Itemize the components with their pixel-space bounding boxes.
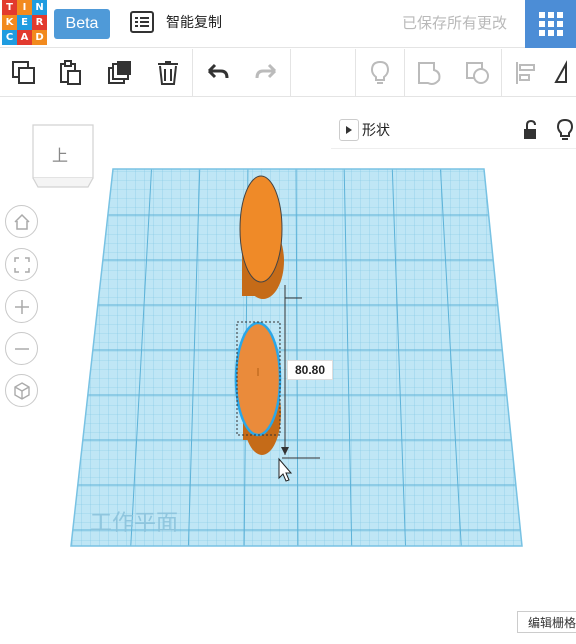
paste-icon (60, 60, 81, 85)
design-title[interactable]: 智能复制 (166, 12, 222, 32)
unlock-icon (524, 119, 536, 139)
group-button[interactable] (414, 57, 446, 89)
ungroup-icon (466, 62, 489, 84)
grid-icon (538, 12, 563, 36)
logo-letter: A (17, 30, 32, 45)
logo-letter: I (17, 0, 32, 15)
toolbar-separator (404, 49, 405, 97)
ungroup-button[interactable] (462, 57, 494, 89)
undo-button[interactable] (202, 57, 234, 89)
mirror-icon (554, 60, 567, 83)
visibility-button[interactable] (555, 118, 575, 142)
apps-grid-button[interactable] (525, 0, 576, 48)
toolbar (0, 49, 576, 97)
logo-letter: E (17, 15, 32, 30)
app-root: TINKERCAD Beta 智能复制 已保存所有更改 工作平面 上 80.80… (0, 0, 576, 644)
align-button[interactable] (510, 57, 542, 89)
workplane-canvas[interactable]: 工作平面 上 80.80 (0, 98, 576, 644)
cylinder-shape-top[interactable] (239, 175, 284, 299)
logo-letter: D (32, 30, 47, 45)
logo-letter: T (2, 0, 17, 15)
lightbulb-icon (556, 118, 574, 140)
trash-icon (158, 61, 178, 85)
workplane-label: 工作平面 (90, 511, 178, 536)
redo-icon (255, 63, 277, 79)
beta-badge[interactable]: Beta (54, 9, 110, 39)
edit-grid-button[interactable]: 编辑栅格 (517, 611, 576, 633)
copy-button[interactable] (8, 57, 40, 89)
copy-icon (12, 61, 35, 84)
mirror-button[interactable] (552, 57, 576, 89)
home-view-button[interactable] (5, 205, 38, 238)
shape-panel: 形状 (331, 113, 576, 149)
toolbar-separator (290, 49, 291, 97)
duplicate-icon (108, 61, 131, 84)
redo-button[interactable] (250, 57, 282, 89)
toolbar-separator (355, 49, 356, 97)
view-cube-face-label[interactable]: 上 (52, 142, 68, 166)
logo-letter: R (32, 15, 47, 30)
undo-icon (207, 63, 229, 79)
dimension-value-label[interactable]: 80.80 (287, 360, 333, 380)
shape-panel-toggle[interactable] (339, 119, 359, 141)
fit-view-button[interactable] (5, 248, 38, 281)
caret-right-icon (346, 126, 352, 134)
toolbar-separator (501, 49, 502, 97)
delete-button[interactable] (152, 57, 184, 89)
logo-letter: C (2, 30, 17, 45)
note-button[interactable] (364, 57, 396, 89)
align-icon (516, 62, 535, 84)
minus-icon (14, 347, 29, 350)
group-icon (418, 62, 441, 85)
zoom-in-button[interactable] (5, 290, 38, 323)
cube-icon (13, 381, 30, 400)
logo-letter: K (2, 15, 17, 30)
toolbar-separator (192, 49, 193, 97)
fit-view-icon (13, 256, 30, 273)
plus-icon (14, 299, 29, 314)
home-icon (13, 213, 30, 230)
zoom-out-button[interactable] (5, 332, 38, 365)
paste-button[interactable] (54, 57, 86, 89)
save-status: 已保存所有更改 (402, 14, 508, 32)
logo-letter: N (32, 0, 47, 15)
duplicate-button[interactable] (104, 57, 136, 89)
lightbulb-icon (370, 60, 390, 84)
perspective-button[interactable] (5, 374, 38, 407)
lock-button[interactable] (521, 119, 539, 141)
tinkercad-logo[interactable]: TINKERCAD (2, 0, 47, 45)
design-list-icon[interactable] (130, 11, 154, 33)
header-bar: TINKERCAD Beta 智能复制 已保存所有更改 (0, 0, 576, 48)
shape-panel-title: 形状 (362, 123, 390, 139)
cylinder-shape-selected[interactable] (234, 321, 282, 455)
